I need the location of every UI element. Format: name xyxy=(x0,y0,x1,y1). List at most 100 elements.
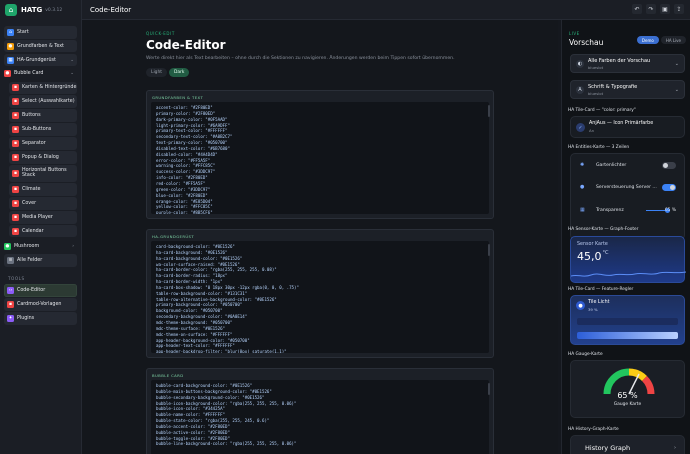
code-textarea[interactable]: card-background-color: "#0E1526" ha-card… xyxy=(151,241,489,353)
mode-demo-button[interactable]: Demo xyxy=(636,36,659,44)
font-icon: A xyxy=(576,86,584,94)
sidebar-item-ha-grundgeruest[interactable]: ▦ HA-Grundgerüst ⌄ xyxy=(4,53,77,67)
entity-toggle[interactable] xyxy=(662,184,676,191)
gauge-value: 65 % xyxy=(617,391,638,400)
entity-row: ▦ Transparenz 65 % xyxy=(576,205,679,216)
tile-card-heading: HA Tile-Card — "color: primary" xyxy=(568,108,636,113)
preview-mode-switch: Demo HA Live xyxy=(636,36,686,44)
sidebar-item-grundfarben[interactable]: ● Grundfarben & Text xyxy=(4,39,77,53)
code-section-bubble-card: BUBBLE CARD bubble-card-background-color… xyxy=(146,368,494,454)
sidebar-item-select[interactable]: ▪ Select (Auswahlkarte) xyxy=(9,95,77,109)
sidebar-item-label: Grundfarben & Text xyxy=(17,43,64,49)
mushroom-icon: ● xyxy=(4,243,11,251)
code-section-ha-grundgeruest: HA-GRUNDGERÜST card-background-color: "#… xyxy=(146,229,494,358)
scrollbar[interactable] xyxy=(488,244,490,256)
sidebar-item-label: HA-Grundgerüst xyxy=(17,57,56,63)
tile2-card[interactable]: ● Tile Licht 39 % xyxy=(570,295,685,345)
sidebar-item-karten[interactable]: ▪ Karten & Hintergründe xyxy=(9,81,77,95)
editor-subtitle: Werte direkt hier als Text bearbeiten – … xyxy=(146,56,455,61)
sidebar-item-label: Separator xyxy=(22,140,46,146)
sidebar-item-cardmod[interactable]: ▪ Cardmod-Vorlagen xyxy=(4,298,77,311)
code-section-grundfarben: GRUNDFARBEN & TEXT accent-color: "#2F80E… xyxy=(146,90,494,219)
mode-ha-live-button[interactable]: HA Live xyxy=(660,36,686,44)
sidebar-item-cover[interactable]: ▪ Cover xyxy=(9,197,77,210)
palette-icon: ● xyxy=(7,42,14,50)
colors-selector[interactable]: ◐ Alle Farben der Vorschau blueslot ⌄ xyxy=(570,54,685,73)
card-icon: ▪ xyxy=(12,84,19,92)
sidebar-item-start[interactable]: ⌂ Start xyxy=(4,26,77,39)
gauge-card[interactable]: 65 % Gauge Karte xyxy=(570,360,685,418)
chevron-right-icon: › xyxy=(674,445,676,451)
export-icon[interactable]: ⇪ xyxy=(674,4,684,14)
sidebar-item-code-editor[interactable]: ‹› Code-Editor xyxy=(4,284,77,297)
chevron-down-icon: ⌄ xyxy=(674,87,679,93)
scrollbar[interactable] xyxy=(488,383,490,395)
code-textarea[interactable]: bubble-card-background-color: "#0E1526" … xyxy=(151,380,489,454)
theme-light-button[interactable]: Light xyxy=(146,68,167,77)
sidebar-item-label: Buttons xyxy=(22,113,41,119)
sidebar-item-separator[interactable]: ▪ Separator xyxy=(9,137,77,150)
font-title: Schrift & Typografie xyxy=(588,84,638,90)
code-section-label: GRUNDFARBEN & TEXT xyxy=(152,95,204,100)
history-card-heading: HA History-Graph-Karte xyxy=(568,427,619,432)
sidebar-item-plugins[interactable]: ✦ Plugins xyxy=(4,312,77,325)
check-icon: ✓ xyxy=(576,123,585,132)
preview-title: Vorschau xyxy=(569,38,604,47)
code-section-label: HA-GRUNDGERÜST xyxy=(152,234,195,239)
undo-icon[interactable]: ↶ xyxy=(632,4,642,14)
bubble-icon: ● xyxy=(4,70,11,78)
tile-state: An xyxy=(589,128,595,133)
media-icon: ▪ xyxy=(12,213,19,221)
font-selector[interactable]: A Schrift & Typografie blueslot ⌄ xyxy=(570,80,685,99)
entities-card-heading: HA Entities-Karte — 3 Zeilen xyxy=(568,145,630,150)
scrollbar[interactable] xyxy=(488,105,490,117)
redo-icon[interactable]: ↷ xyxy=(646,4,656,14)
entity-toggle[interactable] xyxy=(662,162,676,169)
separator-icon: ▪ xyxy=(12,139,19,147)
chevron-down-icon: ⌄ xyxy=(674,61,679,67)
tools-section-label: TOOLS xyxy=(8,276,25,282)
folder-icon[interactable]: ▣ xyxy=(660,4,670,14)
grid-icon: ▦ xyxy=(580,207,585,213)
sensor-value: 45,0°C xyxy=(577,250,609,263)
thermometer-icon: ▪ xyxy=(12,186,19,193)
sidebar-item-media-player[interactable]: ▪ Media Player xyxy=(9,210,77,224)
tile-card[interactable]: ✓ AnjAus — Icon Primärfarbe An xyxy=(570,116,685,138)
sidebar-group-bubble-card[interactable]: ● Bubble Card ⌄ xyxy=(4,68,77,81)
calendar-icon: ▪ xyxy=(12,227,19,235)
history-card[interactable]: History Graph › xyxy=(570,435,685,454)
brand: ⌂ HATG v0.3.12 xyxy=(0,0,81,20)
sidebar-item-popup[interactable]: ▪ Popup & Dialog xyxy=(9,151,77,164)
sidebar-item-sub-buttons[interactable]: ▪ Sub-Buttons xyxy=(9,123,77,136)
entity-label: Gartenlichter xyxy=(596,162,627,168)
topbar: Code-Editor ↶ ↷ ▣ ⇪ xyxy=(82,0,690,20)
sidebar-item-label: Cardmod-Vorlagen xyxy=(17,301,62,307)
code-textarea[interactable]: accent-color: "#2F80ED" primary-color: "… xyxy=(151,102,489,214)
sidebar-item-climate[interactable]: ▪ Climate xyxy=(9,183,77,196)
sidebar-item-label: Climate xyxy=(22,187,41,192)
sensor-card[interactable]: Sensor Karte 45,0°C xyxy=(570,236,686,283)
sub-button-icon: ▪ xyxy=(12,126,19,134)
sidebar-item-alle-felder[interactable]: ≡ Alle Felder xyxy=(4,254,77,267)
sidebar-item-label: Horizontal Buttons Stack xyxy=(22,168,67,179)
sidebar-group-mushroom[interactable]: ● Mushroom › xyxy=(4,240,77,253)
tile2-slider-track[interactable] xyxy=(577,318,678,325)
home-icon: ⌂ xyxy=(7,28,14,36)
sidebar-item-horizontal-stack[interactable]: ▪ Horizontal Buttons Stack xyxy=(9,164,77,182)
section-kicker: QUICK-EDIT xyxy=(146,31,175,36)
sidebar-item-calendar[interactable]: ▪ Calendar xyxy=(9,224,77,238)
live-label: LIVE xyxy=(569,31,580,36)
colors-title: Alle Farben der Vorschau xyxy=(588,58,651,64)
sensor-name: Sensor Karte xyxy=(577,242,608,247)
tile2-slider-fill[interactable] xyxy=(577,332,678,339)
gauge-card-heading: HA Gauge-Karte xyxy=(568,352,603,357)
hatg-logo-icon: ⌂ xyxy=(5,4,17,16)
sidebar-item-buttons[interactable]: ▪ Buttons xyxy=(9,109,77,122)
stack-icon: ▪ xyxy=(12,169,19,177)
sensor-graph xyxy=(571,271,686,277)
gauge-label: Gauge Karte xyxy=(613,402,642,407)
sidebar-item-label: Select (Auswahlkarte) xyxy=(22,99,75,105)
chevron-right-icon: › xyxy=(72,244,74,250)
theme-dark-button[interactable]: Dark xyxy=(168,68,190,77)
preview-panel: LIVE Vorschau Demo HA Live ◐ Alle Farben… xyxy=(561,20,690,454)
